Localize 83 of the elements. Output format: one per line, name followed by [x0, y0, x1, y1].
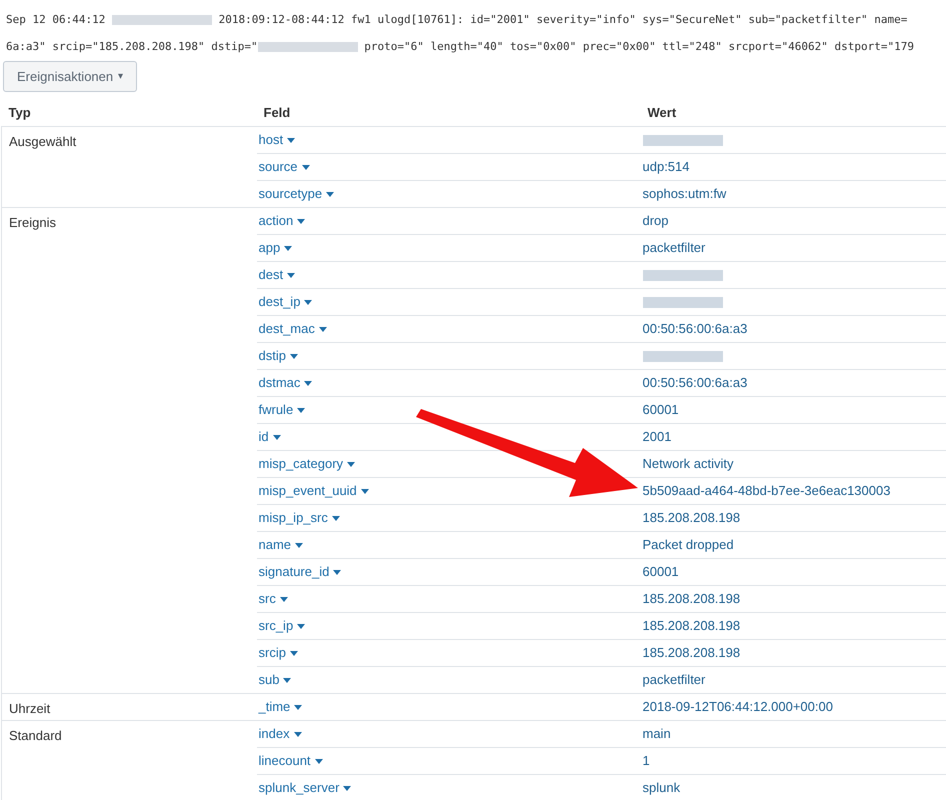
- log-text: Sep 12 06:44:12: [6, 12, 106, 28]
- field-link[interactable]: srcip: [258, 644, 286, 660]
- field-link[interactable]: signature_id: [258, 564, 330, 579]
- caret-icon[interactable]: [280, 596, 288, 602]
- caret-icon[interactable]: [294, 732, 302, 737]
- column-header: Feld: [256, 100, 640, 126]
- type-cell: Ausgewählt: [2, 126, 256, 207]
- field-link[interactable]: app: [258, 240, 280, 255]
- caret-icon[interactable]: [304, 300, 312, 305]
- type-cell: Uhrzeit: [2, 693, 256, 720]
- field-link[interactable]: id: [258, 428, 269, 444]
- field-link[interactable]: fwrule: [258, 402, 294, 417]
- field-value[interactable]: 5b509aad-a464-48bd-b7ee-3e6eac130003: [642, 482, 890, 498]
- field-value[interactable]: 185.208.208.198: [642, 644, 740, 660]
- field-link[interactable]: host: [258, 132, 284, 147]
- field-value[interactable]: 2001: [642, 428, 672, 444]
- field-link[interactable]: dstip: [258, 348, 286, 363]
- caret-icon[interactable]: [272, 434, 281, 440]
- caret-icon[interactable]: [332, 516, 340, 521]
- field-link[interactable]: linecount: [258, 752, 311, 768]
- log-text: 2018:09:12-08:44:12 fw1 ulogd[10761]: id="2001" severity="info" sys="SecureNet" sub="packetfilter" name=: [218, 12, 908, 28]
- column-header: Typ: [2, 100, 256, 126]
- caret-icon[interactable]: [326, 192, 334, 197]
- field-link[interactable]: misp_ip_src: [258, 510, 328, 525]
- event-actions-button[interactable]: Ereignisaktionen ▾: [3, 61, 138, 92]
- field-link[interactable]: dest: [258, 266, 284, 282]
- field-value[interactable]: 1: [642, 752, 650, 768]
- field-value[interactable]: 185.208.208.198: [642, 618, 740, 633]
- caret-icon[interactable]: [294, 704, 302, 710]
- caret-icon[interactable]: [295, 542, 304, 548]
- field-link[interactable]: src: [258, 590, 276, 606]
- caret-icon[interactable]: [287, 138, 296, 143]
- field-value[interactable]: 60001: [642, 402, 679, 417]
- field-link[interactable]: misp_event_uuid: [258, 482, 357, 498]
- field-value[interactable]: 00:50:56:00:6a:a3: [642, 374, 748, 390]
- caret-icon[interactable]: [343, 786, 352, 791]
- field-value[interactable]: 60001: [642, 564, 679, 579]
- caret-icon[interactable]: [347, 462, 356, 467]
- field-value[interactable]: main: [642, 726, 671, 741]
- field-link[interactable]: dstmac: [258, 374, 300, 390]
- field-link[interactable]: dest_ip: [258, 294, 300, 309]
- field-value[interactable]: packetfilter: [642, 240, 706, 255]
- field-link[interactable]: source: [258, 158, 298, 174]
- field-value[interactable]: 00:50:56:00:6a:a3: [642, 320, 748, 336]
- caret-icon[interactable]: [284, 246, 292, 251]
- caret-icon[interactable]: [290, 650, 298, 656]
- field-value[interactable]: Packet dropped: [642, 536, 734, 552]
- caret-icon[interactable]: [304, 380, 312, 386]
- caret-icon[interactable]: [318, 326, 327, 332]
- field-link[interactable]: src_ip: [258, 618, 294, 633]
- field-value[interactable]: 185.208.208.198: [642, 510, 740, 525]
- type-cell: Ereignis: [2, 207, 256, 693]
- field-value[interactable]: udp:514: [642, 158, 690, 174]
- field-link[interactable]: _time: [258, 698, 290, 714]
- field-value[interactable]: splunk: [642, 780, 680, 795]
- field-link[interactable]: name: [258, 536, 292, 552]
- caret-icon[interactable]: [360, 488, 369, 494]
- caret-icon[interactable]: [290, 354, 298, 359]
- field-value[interactable]: Network activity: [642, 456, 734, 471]
- caret-icon[interactable]: [287, 272, 296, 278]
- log-text: 6a:a3" srcip="185.208.208.198" dstip=": [6, 39, 258, 55]
- field-link[interactable]: index: [258, 726, 290, 741]
- field-value[interactable]: 2018-09-12T06:44:12.000+00:00: [642, 698, 833, 714]
- field-link[interactable]: action: [258, 212, 294, 228]
- field-value[interactable]: drop: [642, 212, 669, 228]
- caret-icon[interactable]: [297, 408, 306, 413]
- field-link[interactable]: sourcetype: [258, 186, 322, 201]
- caret-icon[interactable]: [333, 570, 342, 575]
- caret-icon[interactable]: [283, 678, 292, 683]
- type-cell: Standard: [2, 720, 256, 800]
- caret-icon[interactable]: [297, 624, 306, 629]
- caret-icon[interactable]: [302, 164, 310, 170]
- caret-icon[interactable]: [314, 758, 323, 764]
- field-link[interactable]: dest_mac: [258, 320, 315, 336]
- caret-icon[interactable]: [297, 218, 306, 224]
- column-header: Wert: [640, 100, 946, 126]
- field-value[interactable]: sophos:utm:fw: [642, 186, 726, 201]
- field-link[interactable]: misp_category: [258, 456, 344, 471]
- field-value[interactable]: packetfilter: [642, 672, 706, 687]
- field-link[interactable]: sub: [258, 672, 280, 687]
- field-link[interactable]: splunk_server: [258, 780, 340, 795]
- log-text: proto="6" length="40" tos="0x00" prec="0x00" ttl="248" srcport="46062" dstport="179: [363, 39, 914, 55]
- field-value[interactable]: 185.208.208.198: [642, 590, 740, 606]
